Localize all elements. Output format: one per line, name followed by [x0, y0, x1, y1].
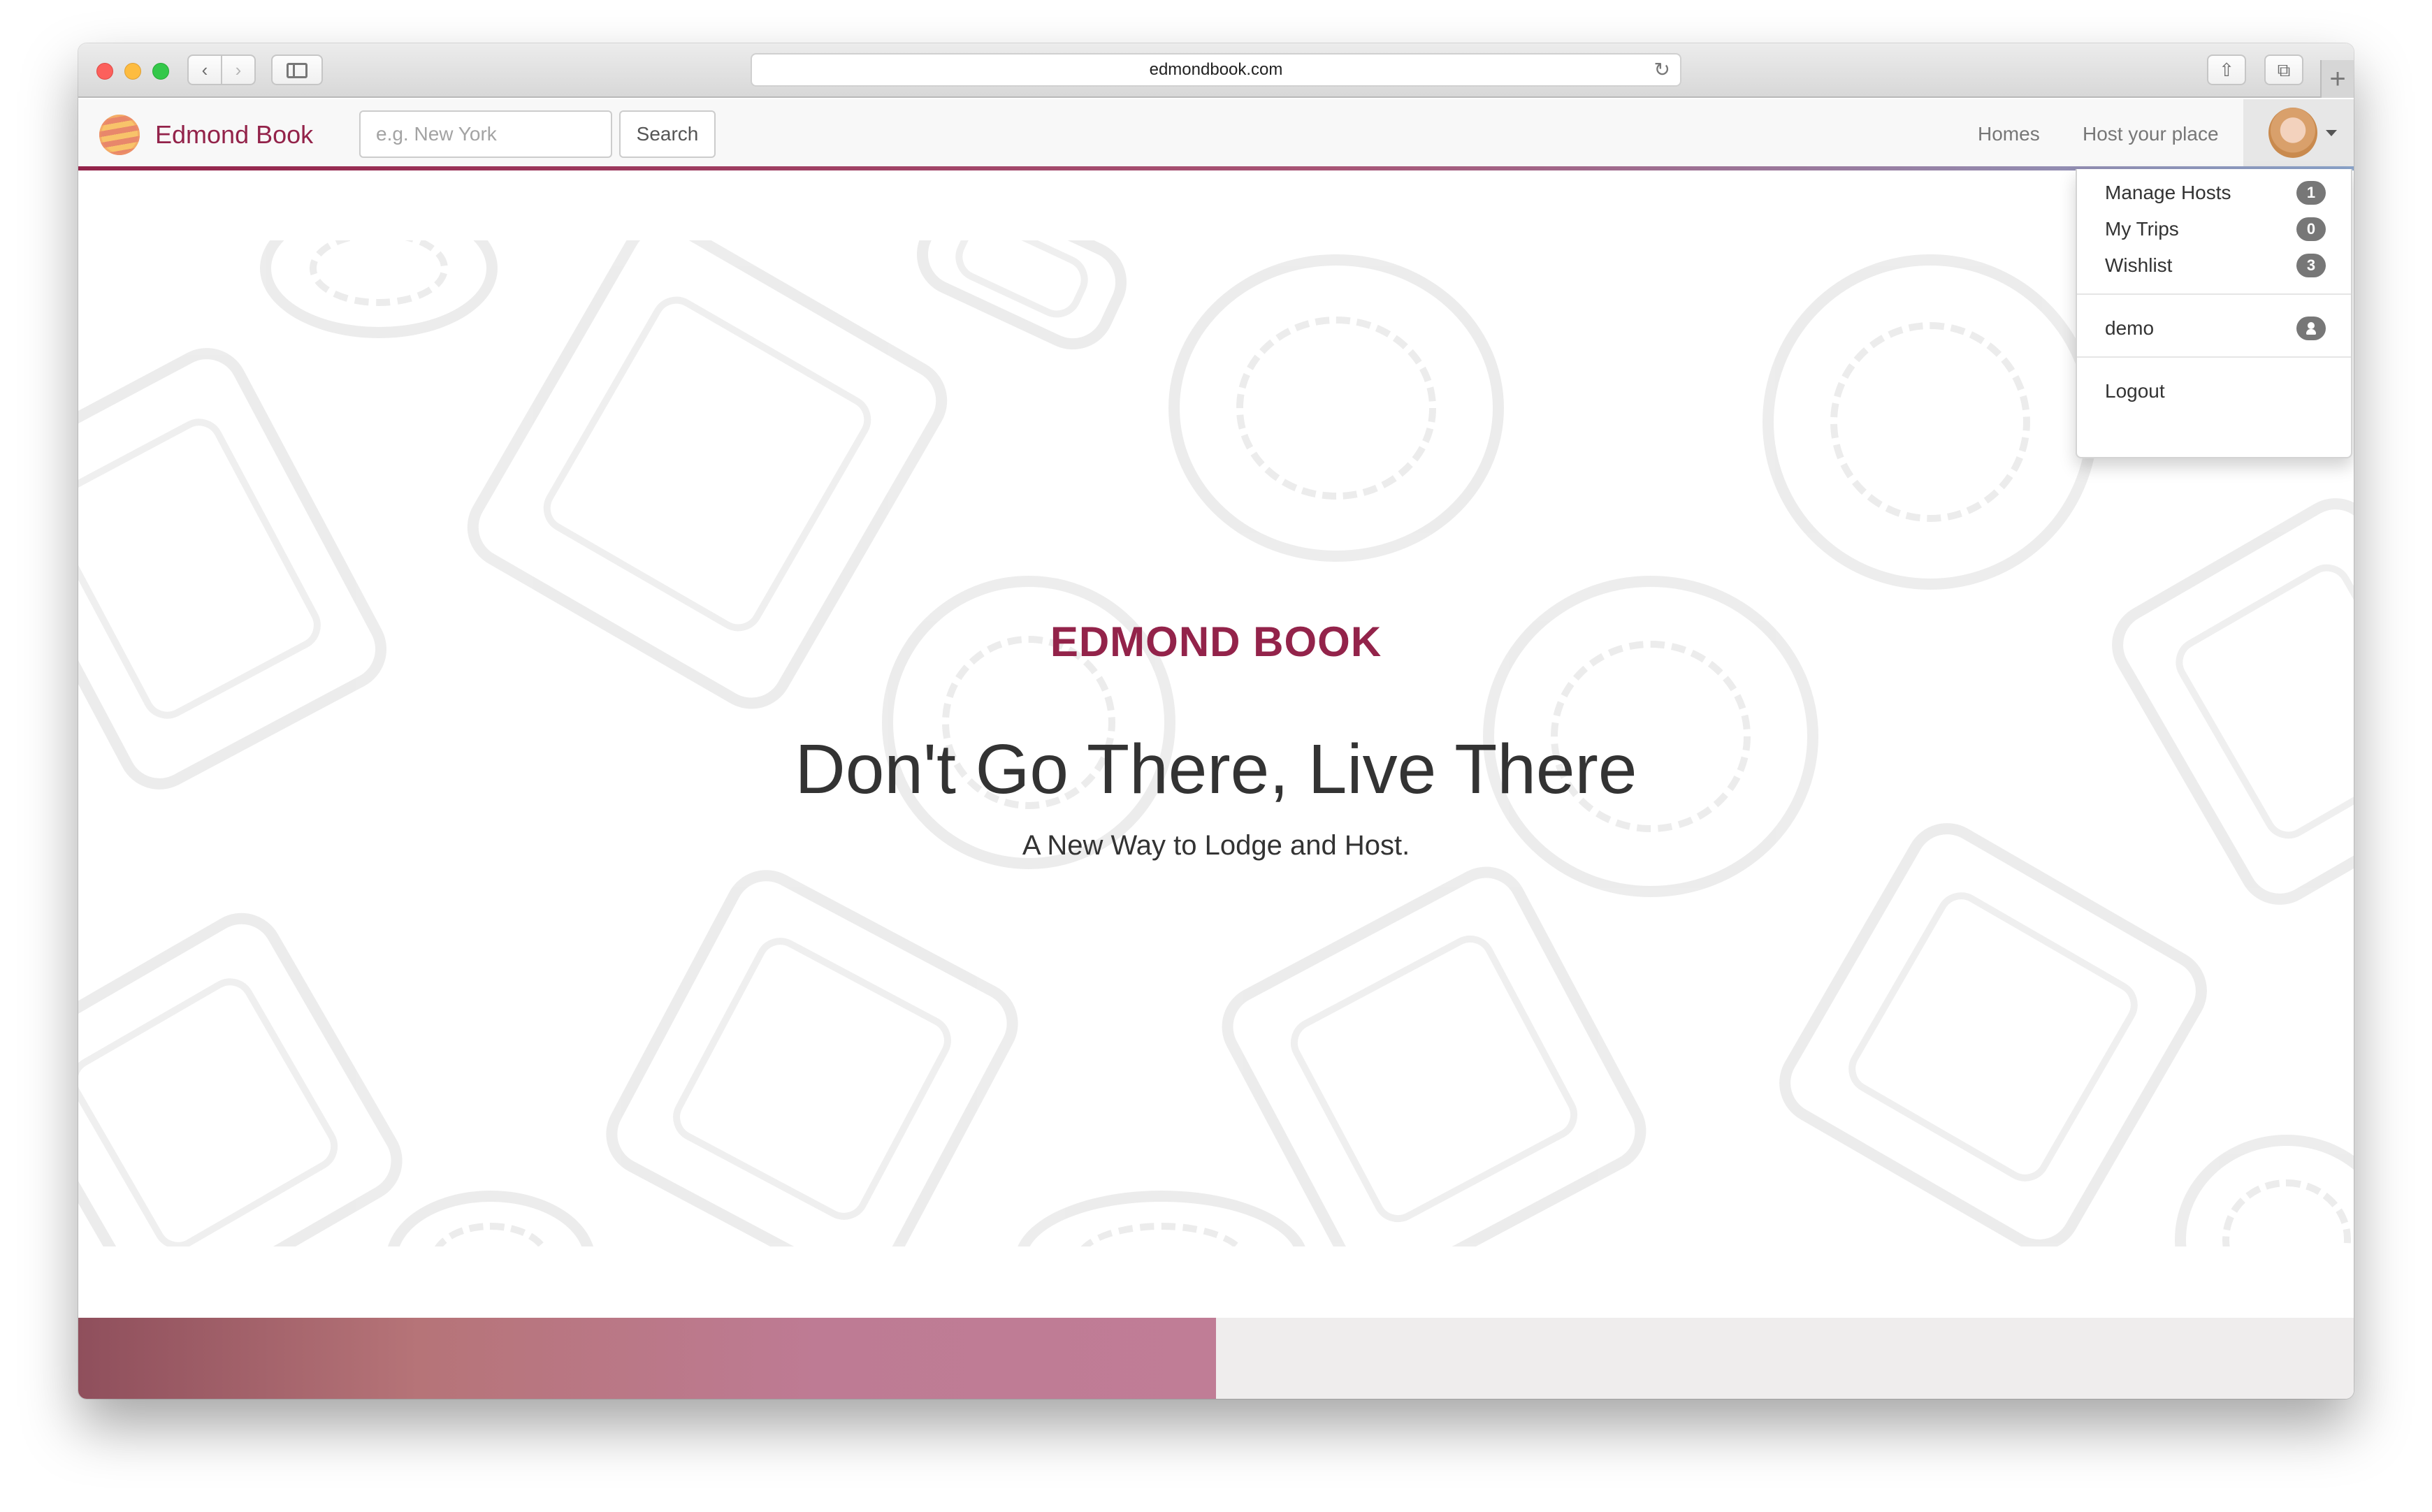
- close-window-button[interactable]: [96, 63, 113, 80]
- hero-section: EDMOND BOOK Don't Go There, Live There A…: [78, 240, 2354, 1246]
- stamp-rio-icon: [591, 855, 1033, 1246]
- stamp-easter-2-icon: [2175, 1135, 2354, 1246]
- brand-link[interactable]: Edmond Book: [155, 117, 313, 152]
- user-badge: [2296, 317, 2326, 340]
- avatar[interactable]: [2268, 108, 2317, 158]
- stamp-taj-mahal-2-icon: [78, 897, 418, 1246]
- menu-divider: [2077, 356, 2351, 358]
- brand-logo-icon[interactable]: [99, 115, 140, 155]
- menu-item-label: My Trips: [2105, 218, 2179, 240]
- stamp-taj-icon: [903, 240, 1141, 363]
- new-tab-button[interactable]: +: [2320, 60, 2354, 98]
- menu-item-my-trips[interactable]: My Trips 0: [2077, 211, 2351, 247]
- show-tabs-button[interactable]: ⧉: [2264, 54, 2303, 85]
- menu-item-logout[interactable]: Logout: [2077, 373, 2351, 409]
- chevron-left-icon: ‹: [201, 59, 208, 80]
- menu-item-profile[interactable]: demo: [2077, 310, 2351, 347]
- caret-down-icon: [2326, 130, 2337, 136]
- back-button[interactable]: ‹: [187, 54, 222, 85]
- nav-link-homes[interactable]: Homes: [1978, 119, 2040, 150]
- featured-image-right[interactable]: [1216, 1318, 2354, 1399]
- stamp-paris-2-icon: [1015, 1191, 1308, 1246]
- featured-image-left[interactable]: [78, 1318, 1216, 1399]
- menu-item-label: Manage Hosts: [2105, 182, 2231, 203]
- tabs-icon: ⧉: [2277, 59, 2291, 80]
- navbar-accent-line: [78, 166, 2354, 170]
- stamp-island-icon: [386, 1191, 595, 1246]
- count-badge: 1: [2296, 181, 2326, 205]
- zoom-window-button[interactable]: [152, 63, 169, 80]
- reload-icon[interactable]: ↻: [1654, 54, 1670, 85]
- plus-icon: +: [2329, 64, 2346, 94]
- sidebar-toggle-button[interactable]: [271, 54, 323, 85]
- share-button[interactable]: ⇧: [2207, 54, 2246, 85]
- user-menu-toggle[interactable]: [2243, 99, 2354, 169]
- minimize-window-button[interactable]: [124, 63, 141, 80]
- search-input[interactable]: [359, 110, 612, 158]
- hero-brand: EDMOND BOOK: [1050, 618, 1382, 665]
- stamp-japan-2-icon: [1764, 808, 2222, 1246]
- menu-divider: [2077, 293, 2351, 295]
- menu-item-label: Wishlist: [2105, 254, 2173, 276]
- menu-item-wishlist[interactable]: Wishlist 3: [2077, 247, 2351, 284]
- menu-item-manage-hosts[interactable]: Manage Hosts 1: [2077, 175, 2351, 211]
- stamp-london-icon: [1168, 254, 1504, 562]
- browser-titlebar: ‹ › edmondbook.com ↻ ⇧ ⧉ +: [78, 43, 2354, 98]
- stamp-dubai-2-icon: [1207, 852, 1661, 1246]
- stamp-republic-icon: [260, 240, 498, 338]
- nav-link-host-your-place[interactable]: Host your place: [2083, 119, 2219, 150]
- address-bar[interactable]: edmondbook.com ↻: [751, 53, 1681, 87]
- menu-item-label: demo: [2105, 317, 2155, 339]
- search-button[interactable]: Search: [619, 110, 716, 158]
- user-dropdown-menu: Manage Hosts 1 My Trips 0 Wishlist 3 dem…: [2076, 169, 2352, 458]
- count-badge: 0: [2296, 217, 2326, 241]
- forward-button[interactable]: ›: [221, 54, 256, 85]
- hero-title: Don't Go There, Live There: [795, 730, 1637, 808]
- sidebar-icon: [287, 63, 307, 78]
- hero-subtitle: A New Way to Lodge and Host.: [1022, 830, 1410, 861]
- share-icon: ⇧: [2219, 59, 2234, 80]
- menu-item-label: Logout: [2105, 380, 2165, 402]
- user-icon: [2306, 322, 2316, 335]
- site-navbar: Edmond Book Search Homes Host your place: [78, 99, 2354, 169]
- url-text: edmondbook.com: [1149, 60, 1283, 79]
- count-badge: 3: [2296, 254, 2326, 277]
- stamp-paris-icon: [1763, 254, 2098, 590]
- chevron-right-icon: ›: [235, 59, 242, 80]
- browser-window: ‹ › edmondbook.com ↻ ⇧ ⧉ + Edmond Book S…: [78, 43, 2354, 1399]
